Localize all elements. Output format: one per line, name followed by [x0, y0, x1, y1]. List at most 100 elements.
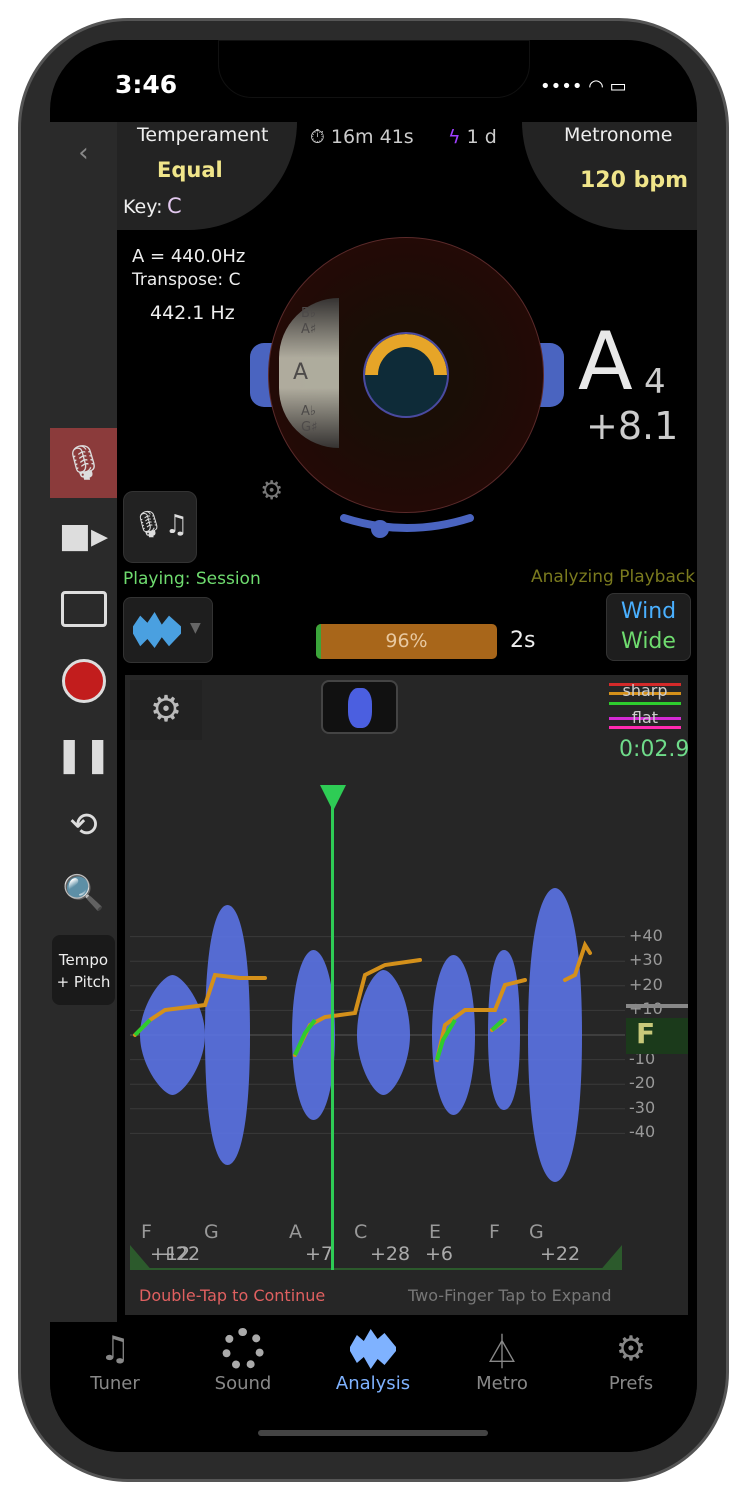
- note-wheel[interactable]: B♭ A♯ A A♭ G♯: [279, 298, 339, 448]
- note-cents: +6: [425, 1243, 454, 1265]
- note-label: F: [489, 1221, 500, 1243]
- tab-label: Prefs: [608, 1373, 654, 1394]
- y-tick-label: -30: [629, 1097, 656, 1117]
- detected-octave: 4: [644, 362, 666, 402]
- tab-prefs[interactable]: ⚙ Prefs: [576, 1325, 686, 1394]
- current-note: F: [636, 1017, 656, 1050]
- tab-metro[interactable]: ⏃ Metro: [447, 1325, 557, 1395]
- video-camera-button[interactable]: ■▸: [50, 505, 117, 567]
- waveform-source-dropdown[interactable]: ▼: [123, 597, 213, 663]
- note-cents: +22: [540, 1243, 581, 1265]
- note-cents: +22: [160, 1243, 201, 1265]
- temperament-label: Temperament: [137, 124, 269, 146]
- note-label: C: [354, 1221, 368, 1243]
- temperament-panel[interactable]: Temperament Equal Key: C: [117, 122, 297, 230]
- pitch-plot[interactable]: [125, 675, 688, 1315]
- sound-ring-icon: [188, 1325, 298, 1373]
- back-button[interactable]: ‹: [50, 122, 117, 184]
- note-label: F: [141, 1221, 152, 1243]
- tuner-dial[interactable]: B♭ A♯ A A♭ G♯: [268, 237, 544, 513]
- metronome-icon: ⏃: [485, 1332, 519, 1373]
- status-time: 3:46: [115, 70, 178, 99]
- wheel-note-current: A: [293, 360, 309, 385]
- progress-label: 96%: [385, 630, 428, 652]
- tab-label: Metro: [476, 1373, 528, 1394]
- time-remaining: 2s: [510, 628, 536, 653]
- zoom-score-button[interactable]: 🔍: [50, 862, 117, 924]
- waveform-segment: [528, 888, 582, 1182]
- streak-value: 1 d: [466, 126, 497, 148]
- pause-button[interactable]: ❚❚: [50, 724, 117, 786]
- notch: [218, 40, 530, 98]
- playing-status: Playing: Session: [123, 569, 261, 589]
- tuner-settings-icon[interactable]: ⚙: [260, 476, 283, 506]
- gears-icon: ⚙: [615, 1329, 647, 1369]
- analysis-progress-bar: 96%: [316, 624, 497, 659]
- temperament-value: Equal: [157, 158, 223, 182]
- instrument-button[interactable]: Wind Wide: [606, 593, 691, 661]
- analyzing-status: Analyzing Playback: [531, 567, 696, 587]
- home-indicator: [258, 1430, 488, 1436]
- pitch-graph[interactable]: ⚙ sharp flat 0:02.9 +40 +30 +20 +10 -10 -20 -3…: [125, 675, 689, 1315]
- y-tick-label: -40: [629, 1122, 656, 1142]
- note-label: G: [529, 1221, 544, 1243]
- y-tick-label: +30: [629, 950, 663, 970]
- hint-two-finger: Two-Finger Tap to Expand: [408, 1286, 612, 1305]
- note-label: G: [204, 1221, 219, 1243]
- instrument-range: Wide: [621, 629, 676, 654]
- dial-slider[interactable]: [340, 512, 475, 540]
- session-timer: ⏱ 16m 41s: [310, 126, 414, 148]
- tab-label: Tuner: [90, 1373, 140, 1394]
- screen: 3:46 •••• ◠ ▭ ‹ 🎙 ■▸ ❚❚ ⟲ 🔍 Tempo + Pitc…: [50, 40, 697, 1452]
- detected-note: A: [578, 315, 633, 408]
- y-tick-label: -20: [629, 1073, 656, 1093]
- note-label: A: [289, 1221, 302, 1243]
- lightning-icon: ϟ: [448, 126, 467, 148]
- tab-tuner[interactable]: ♫ Tuner: [60, 1325, 170, 1394]
- metronome-value: 120 bpm: [580, 168, 689, 193]
- transpose[interactable]: Transpose: C: [132, 270, 240, 290]
- record-button[interactable]: [50, 650, 117, 712]
- detected-frequency: 442.1 Hz: [150, 302, 235, 324]
- cents-offset: +8.1: [586, 404, 679, 448]
- loop-button[interactable]: ⟲: [50, 794, 117, 856]
- waveform-segment: [432, 955, 475, 1115]
- status-icons: •••• ◠ ▭: [540, 76, 627, 97]
- y-tick-label: +20: [629, 974, 663, 994]
- waveform-icon: [133, 612, 181, 648]
- note-cents: +28: [370, 1243, 411, 1265]
- microphone-button[interactable]: 🎙: [50, 428, 117, 498]
- streak: ϟ 1 d: [448, 126, 497, 148]
- target-marker: [626, 1004, 688, 1008]
- metronome-panel[interactable]: Metronome 120 bpm: [522, 122, 697, 230]
- folder-icon: [60, 591, 107, 627]
- key-value: C: [167, 194, 182, 218]
- tab-analysis[interactable]: Analysis: [318, 1325, 428, 1394]
- folder-button[interactable]: [50, 578, 117, 640]
- instrument-name: Wind: [620, 599, 677, 624]
- note-label: E: [429, 1221, 442, 1243]
- stopwatch-icon: ⏱: [310, 126, 331, 148]
- tuner-icon: ♫: [99, 1329, 131, 1369]
- tab-label: Sound: [214, 1373, 272, 1394]
- y-tick-label: +10: [629, 999, 663, 1019]
- reference-pitch[interactable]: A = 440.0Hz: [132, 246, 245, 267]
- wheel-note: A♭: [301, 404, 317, 419]
- playhead-line[interactable]: [331, 785, 334, 1270]
- waveform-segment: [292, 950, 335, 1120]
- tab-sound[interactable]: Sound: [188, 1325, 298, 1394]
- y-tick-label: +40: [629, 925, 663, 945]
- wheel-note: G♯: [301, 420, 318, 435]
- waveform-segment: [140, 975, 205, 1095]
- mic-note-button[interactable]: 🎙♫: [123, 491, 197, 563]
- timer-value: 16m 41s: [330, 126, 414, 148]
- metronome-label: Metronome: [564, 124, 673, 146]
- tab-label: Analysis: [335, 1373, 411, 1394]
- waveform-segment: [357, 970, 410, 1095]
- playhead-handle[interactable]: [320, 785, 346, 811]
- tempo-pitch-button[interactable]: Tempo + Pitch: [52, 935, 115, 1005]
- record-icon: [61, 659, 106, 703]
- pitch-indicator: [363, 332, 449, 418]
- note-cents: +7: [305, 1243, 334, 1265]
- wheel-note: A♯: [301, 322, 317, 337]
